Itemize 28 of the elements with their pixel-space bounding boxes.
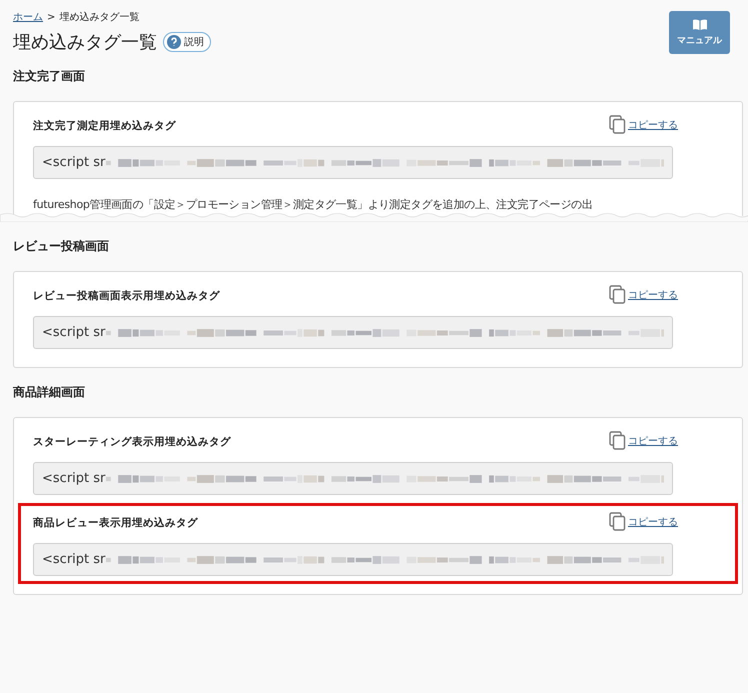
tag-label: レビュー投稿画面表示用埋め込みタグ bbox=[33, 289, 220, 303]
breadcrumb-link[interactable]: ホーム bbox=[13, 10, 43, 24]
section-title: レビュー投稿画面 bbox=[12, 238, 110, 255]
note-text: futureshop管理画面の「設定＞プロモーション管理＞測定タグ一覧」より測定タグを追加の上、注文完了ページの出 bbox=[33, 197, 594, 212]
copy-icon bbox=[609, 512, 626, 531]
copy-link[interactable]: コピーする bbox=[609, 285, 678, 304]
question-icon bbox=[167, 35, 181, 49]
help-badge[interactable]: 説明 bbox=[163, 32, 211, 52]
copy-icon bbox=[609, 285, 626, 304]
tag-code-field[interactable]: <script sr bbox=[33, 146, 673, 179]
copy-icon bbox=[609, 431, 626, 450]
page-title: 埋め込みタグ一覧 bbox=[13, 31, 157, 54]
copy-icon bbox=[609, 115, 626, 134]
breadcrumb-text: > bbox=[47, 12, 56, 22]
copy-link[interactable]: コピーする bbox=[609, 512, 678, 531]
copy-link[interactable]: コピーする bbox=[609, 431, 678, 450]
breadcrumb-text: 埋め込みタグ一覧 bbox=[59, 10, 140, 24]
tag-code-field[interactable]: <script sr bbox=[33, 316, 673, 349]
tag-code-field[interactable]: <script sr bbox=[33, 462, 673, 495]
section-title: 商品詳細画面 bbox=[12, 384, 86, 401]
tag-label: 注文完了測定用埋め込みタグ bbox=[33, 119, 176, 133]
tag-label: 商品レビュー表示用埋め込みタグ bbox=[33, 516, 198, 530]
book-icon bbox=[692, 18, 706, 30]
copy-link[interactable]: コピーする bbox=[609, 115, 678, 134]
tag-code-field[interactable]: <script sr bbox=[33, 543, 673, 576]
section-title: 注文完了画面 bbox=[12, 68, 86, 85]
manual-button[interactable]: マニュアル bbox=[669, 11, 730, 54]
tag-label: スターレーティング表示用埋め込みタグ bbox=[33, 435, 231, 449]
